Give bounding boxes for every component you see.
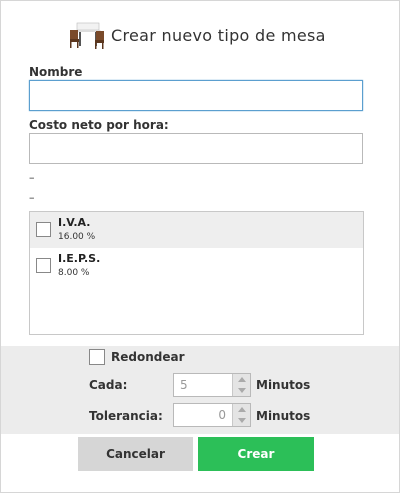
dialog-title: Crear nuevo tipo de mesa	[111, 25, 326, 45]
arrow-down-icon[interactable]	[238, 388, 246, 393]
round-label: Redondear	[111, 350, 185, 364]
round-checkbox[interactable]	[89, 349, 105, 365]
cada-stepper[interactable]: 5	[173, 373, 251, 397]
tax-item-iva[interactable]: I.V.A. 16.00 %	[30, 212, 363, 248]
arrow-down-icon[interactable]	[238, 418, 246, 423]
separator-dash: –	[29, 191, 35, 204]
separator-dash: –	[29, 171, 35, 184]
tax-name: I.V.A.	[58, 216, 91, 229]
tolerancia-stepper-arrows[interactable]	[232, 404, 250, 426]
cancel-button[interactable]: Cancelar	[78, 437, 193, 471]
cada-unit: Minutos	[256, 378, 311, 392]
round-row[interactable]: Redondear	[89, 349, 185, 365]
cada-value[interactable]: 5	[174, 374, 232, 396]
tolerancia-unit: Minutos	[256, 409, 311, 423]
create-button[interactable]: Crear	[198, 437, 314, 471]
tax-rate: 8.00 %	[58, 268, 90, 278]
tax-rate: 16.00 %	[58, 232, 96, 242]
arrow-up-icon[interactable]	[238, 407, 246, 412]
tolerancia-label: Tolerancia:	[89, 409, 163, 423]
name-input[interactable]	[29, 80, 363, 111]
cada-label: Cada:	[89, 378, 128, 392]
dialog-header: Crear nuevo tipo de mesa	[69, 19, 326, 51]
tax-checkbox-ieps[interactable]	[36, 258, 51, 273]
tolerancia-stepper[interactable]: 0	[173, 403, 251, 427]
table-chairs-icon	[70, 22, 104, 49]
name-label: Nombre	[29, 65, 83, 79]
create-table-type-dialog: Crear nuevo tipo de mesa Nombre Costo ne…	[0, 0, 400, 493]
tolerancia-value[interactable]: 0	[174, 404, 232, 426]
tax-name: I.E.P.S.	[58, 252, 101, 265]
cada-stepper-arrows[interactable]	[232, 374, 250, 396]
cost-label: Costo neto por hora:	[29, 118, 169, 132]
tax-checkbox-iva[interactable]	[36, 222, 51, 237]
tax-item-ieps[interactable]: I.E.P.S. 8.00 %	[30, 248, 363, 284]
tax-list: I.V.A. 16.00 % I.E.P.S. 8.00 %	[29, 211, 364, 335]
cost-input[interactable]	[29, 133, 363, 164]
arrow-up-icon[interactable]	[238, 377, 246, 382]
